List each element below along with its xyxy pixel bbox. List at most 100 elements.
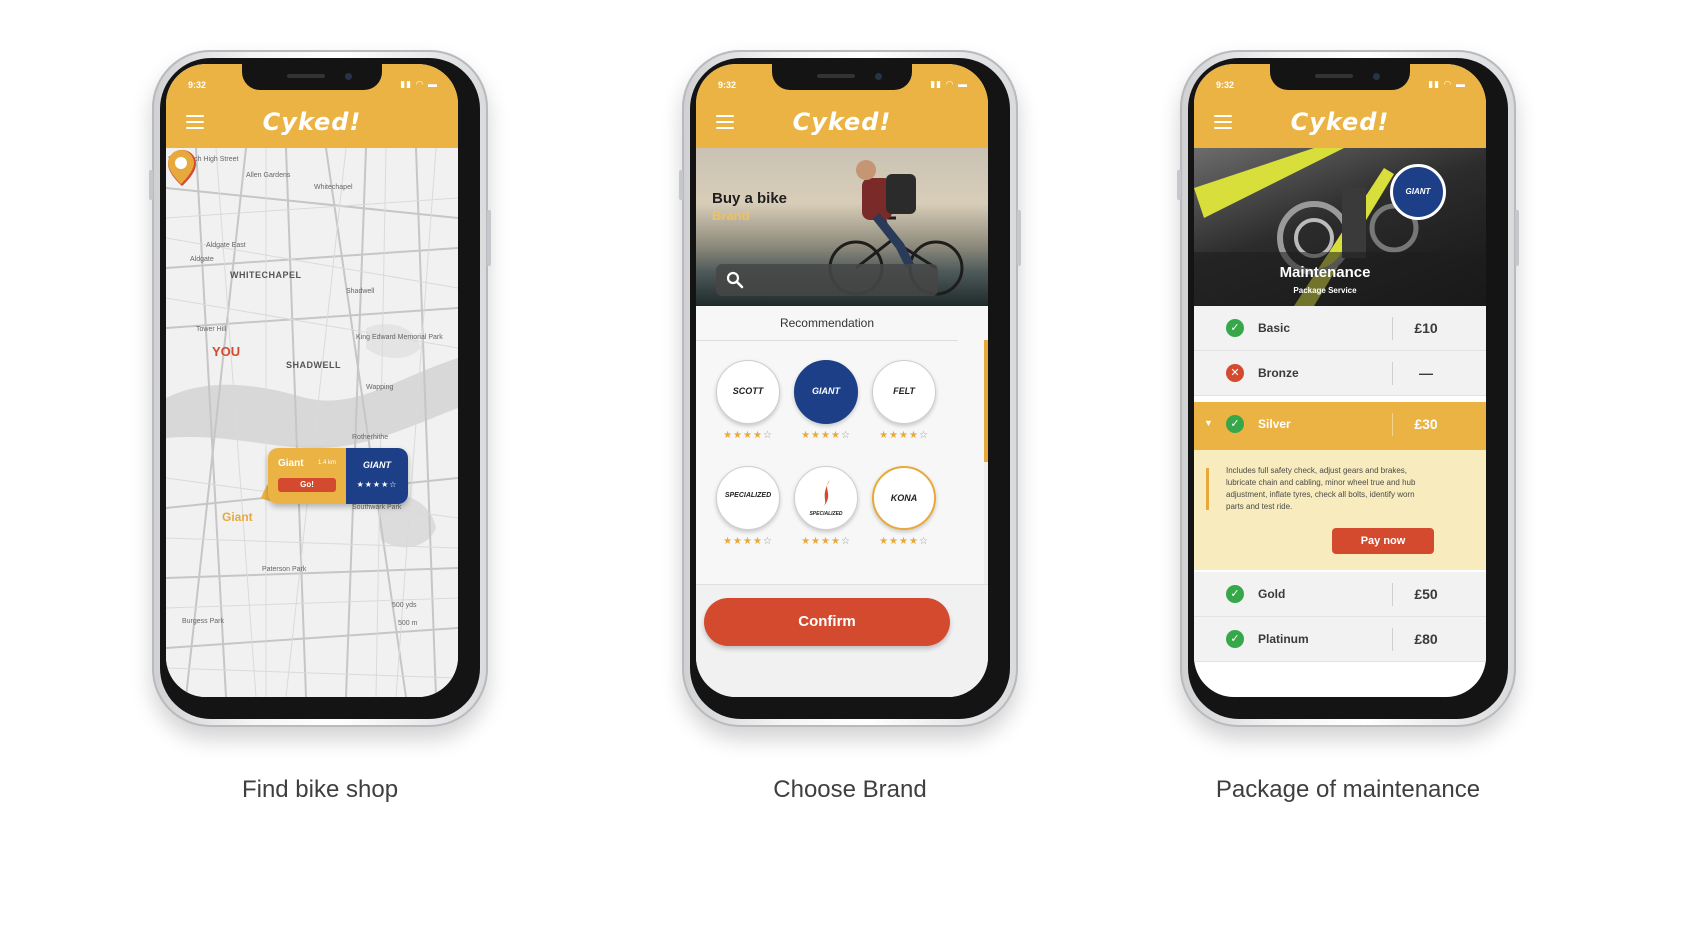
map-label: WHITECHAPEL <box>230 270 302 280</box>
caption-find-bike-shop: Find bike shop <box>241 776 399 803</box>
map-streets <box>166 148 458 697</box>
brand-option-giant[interactable]: GIANT <box>794 360 858 424</box>
brand-rating: ★★★★☆ <box>723 536 773 547</box>
divider <box>1392 583 1393 606</box>
scrollbar-thumb[interactable] <box>984 340 988 462</box>
shop-name: Giant <box>278 458 304 469</box>
shop-rating: ★★★★☆ <box>356 480 398 489</box>
brand-option-felt[interactable]: FELT <box>872 360 936 424</box>
status-time: 9:32 <box>1216 80 1235 90</box>
shop-pin-icon[interactable] <box>166 148 196 186</box>
check-icon: ✓ <box>1226 415 1244 433</box>
package-price: — <box>1419 365 1433 381</box>
shop-pin-label: Giant <box>222 510 253 524</box>
brand-name: SPECIALIZED <box>809 511 843 517</box>
phone-find-bike-shop: 9:32 ▮▮ ◠ ▬ Cyked! Shoreditch High Stree… <box>149 50 491 727</box>
notch <box>772 64 912 90</box>
status-time: 9:32 <box>188 80 207 90</box>
hero-bike-photo: Maintenance Package Service <box>1194 148 1486 306</box>
hero-cyclist-photo: Buy a bike Brand <box>696 148 988 306</box>
page-title: Maintenance <box>1279 264 1371 281</box>
power-button <box>1017 210 1021 266</box>
check-icon: ✓ <box>1226 585 1244 603</box>
shop-distance: 1.4 km <box>318 460 337 466</box>
brand-name: FELT <box>893 386 915 396</box>
detail-accent-bar <box>1206 468 1209 510</box>
package-row-platinum[interactable]: ✓ Platinum £80 <box>1194 617 1486 662</box>
divider <box>696 340 958 341</box>
search-icon[interactable] <box>726 271 744 289</box>
brand-search-input[interactable] <box>716 264 938 296</box>
package-price: £80 <box>1414 631 1438 647</box>
brand-name: SCOTT <box>732 386 764 396</box>
package-row-bronze[interactable]: ✕ Bronze — <box>1194 351 1486 396</box>
package-price: £50 <box>1414 586 1438 602</box>
check-icon: ✓ <box>1226 630 1244 648</box>
chevron-down-icon: ▼ <box>1204 418 1213 428</box>
app-logo: Cyked! <box>792 108 892 136</box>
package-name: Gold <box>1258 587 1286 601</box>
map-label: Shadwell <box>346 288 375 295</box>
brand-name: GIANT <box>812 386 840 396</box>
shop-brand-badge: GIANT <box>1390 164 1446 220</box>
shop-card-brand: GIANT ★★★★☆ <box>346 448 408 504</box>
map-label: Paterson Park <box>262 566 307 573</box>
brand-rating: ★★★★☆ <box>801 536 851 547</box>
status-icons: ▮▮ ◠ ▬ <box>1428 79 1466 89</box>
confirm-button[interactable]: Confirm <box>704 598 950 646</box>
package-name: Basic <box>1258 321 1291 335</box>
hero-title: Buy a bike <box>712 190 788 207</box>
mute-switch <box>1177 170 1181 200</box>
power-button <box>487 210 491 266</box>
brand-rating: ★★★★☆ <box>879 430 929 441</box>
map-label: Whitechapel <box>314 184 353 191</box>
caption-maintenance: Package of maintenance <box>1215 776 1481 803</box>
scale-label: 500 m <box>398 620 418 627</box>
cross-icon: ✕ <box>1226 364 1244 382</box>
package-row-gold[interactable]: ✓ Gold £50 <box>1194 572 1486 617</box>
divider <box>1392 628 1393 651</box>
pay-now-button[interactable]: Pay now <box>1332 528 1434 554</box>
brand-rating: ★★★★☆ <box>879 536 929 547</box>
map-label: Rotherhithe <box>352 434 389 441</box>
mute-switch <box>679 170 683 200</box>
check-icon: ✓ <box>1226 319 1244 337</box>
package-name: Platinum <box>1258 632 1309 646</box>
brand-option-specialized-logo[interactable]: SPECIALIZED <box>794 466 858 530</box>
shop-info-card[interactable]: Giant 1.4 km Go! GIANT ★★★★☆ <box>268 448 408 504</box>
scale-label: 500 yds <box>392 602 417 609</box>
power-button <box>1515 210 1519 266</box>
shop-card-info: Giant 1.4 km Go! <box>268 448 346 504</box>
mute-switch <box>149 170 153 200</box>
hero-subtitle: Brand <box>712 208 750 223</box>
package-price: £10 <box>1414 320 1438 336</box>
brand-option-scott[interactable]: SCOTT <box>716 360 780 424</box>
city-map[interactable]: Shoreditch High Street Allen Gardens Whi… <box>166 148 458 697</box>
divider <box>1392 362 1393 385</box>
map-label: Southwark Park <box>352 504 402 511</box>
phone-choose-brand: 9:32 ▮▮ ◠ ▬ Cyked! Buy a bike Brand Reco… <box>679 50 1021 727</box>
package-price: £30 <box>1414 416 1438 432</box>
package-description: Includes full safety check, adjust gears… <box>1226 466 1416 511</box>
brand-option-specialized[interactable]: SPECIALIZED <box>716 466 780 530</box>
brand-option-kona[interactable]: KONA <box>872 466 936 530</box>
package-row-silver[interactable]: ▼ ✓ Silver £30 <box>1194 402 1486 450</box>
brand-name: SPECIALIZED <box>724 492 772 499</box>
map-label: SHADWELL <box>286 360 341 370</box>
brand-rating: ★★★★☆ <box>801 430 851 441</box>
map-label: Tower Hill <box>196 326 227 333</box>
map-label: Allen Gardens <box>246 172 291 179</box>
map-label: King Edward Memorial Park <box>356 334 443 341</box>
status-time: 9:32 <box>718 80 737 90</box>
screen-brand: 9:32 ▮▮ ◠ ▬ Cyked! Buy a bike Brand Reco… <box>696 64 988 697</box>
map-label: Burgess Park <box>182 618 225 625</box>
section-title: Recommendation <box>779 316 875 330</box>
go-button[interactable]: Go! <box>278 478 336 492</box>
screen-map: 9:32 ▮▮ ◠ ▬ Cyked! Shoreditch High Stree… <box>166 64 458 697</box>
package-name: Silver <box>1258 417 1291 431</box>
package-row-basic[interactable]: ✓ Basic £10 <box>1194 306 1486 351</box>
brand-rating: ★★★★☆ <box>723 430 773 441</box>
app-logo: Cyked! <box>262 108 362 136</box>
phone-maintenance: 9:32 ▮▮ ◠ ▬ Cyked! Maintenance Package S… <box>1177 50 1519 727</box>
map-label: Aldgate <box>190 256 214 263</box>
